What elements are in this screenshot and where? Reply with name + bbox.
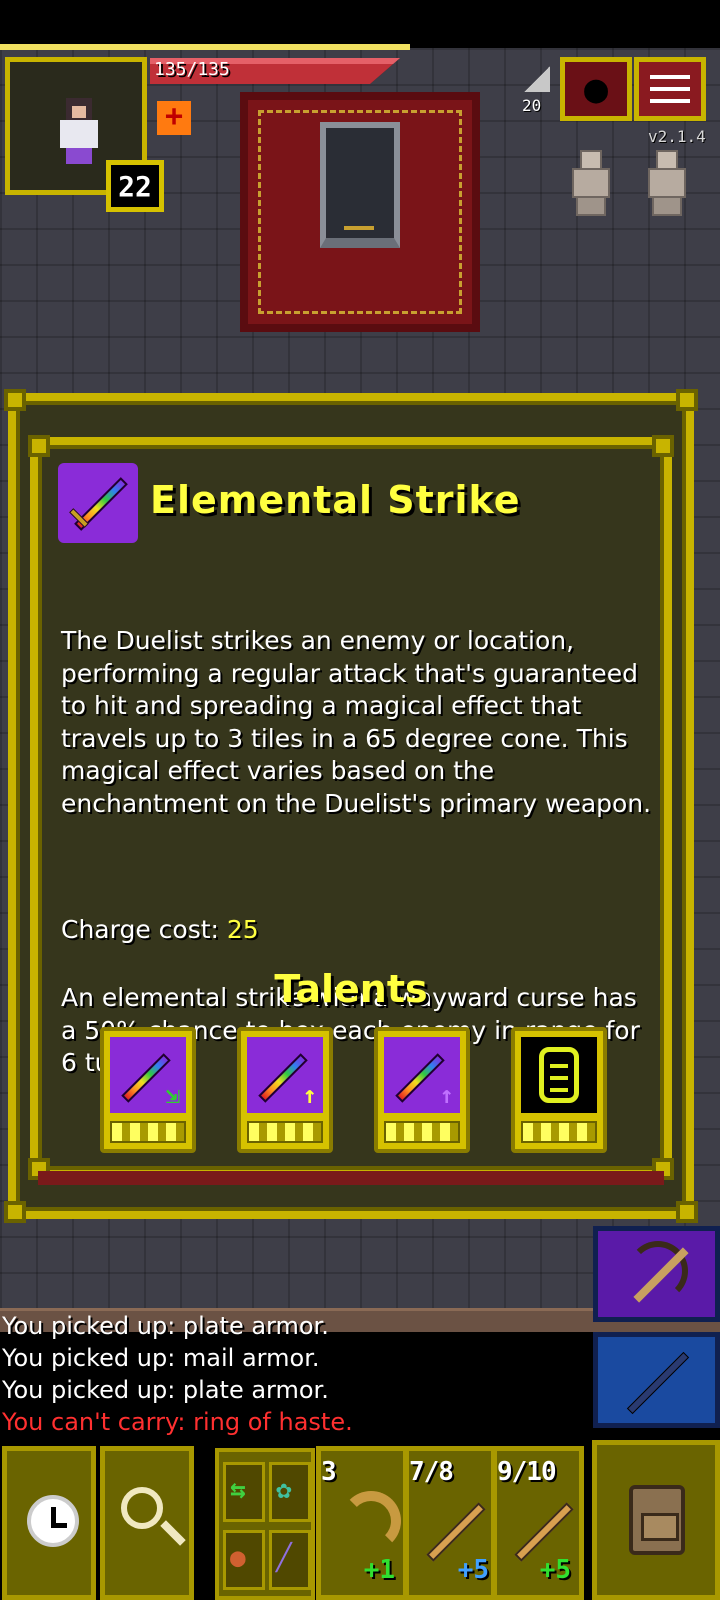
quickslot-javelin[interactable]: 7/8 +5 (404, 1446, 496, 1600)
window-title: Elemental Strike (150, 478, 521, 522)
clock-icon (27, 1495, 79, 1547)
menu-button[interactable] (634, 57, 706, 121)
quickslot-item[interactable]: ● (223, 1530, 265, 1590)
elemental-strike-range-icon: ⇲ (110, 1037, 186, 1113)
duelist-sprite (56, 98, 102, 164)
exit-door[interactable] (320, 122, 400, 248)
talents-heading: Talents (274, 967, 428, 1011)
elemental-strike-power-up-icon: ↑ (247, 1037, 323, 1113)
magnifier-icon (121, 1487, 163, 1529)
talent-points (110, 1121, 186, 1143)
quickslot-boomerang[interactable]: 3 +1 (316, 1446, 408, 1600)
health-text: 135/135 (154, 59, 230, 80)
meat-icon: ● (230, 1543, 246, 1573)
quick-bag-grid: ⇆ ✿ ● ╱ (215, 1448, 315, 1600)
version-label: v2.1.4 (648, 127, 706, 146)
quickslot-crossbow[interactable] (593, 1226, 720, 1322)
swap-icon: ⇆ (230, 1475, 246, 1505)
statue[interactable] (642, 150, 692, 216)
backpack-icon (629, 1485, 685, 1555)
journal-button[interactable]: ● (560, 57, 632, 121)
wand-icon: ╱ (276, 1543, 292, 1573)
wait-button[interactable] (2, 1446, 96, 1600)
javelin-icon (426, 1502, 486, 1562)
boomerang-icon (341, 1491, 401, 1551)
talent-slot[interactable]: ↑ (374, 1027, 470, 1153)
talent-slot[interactable] (511, 1027, 607, 1153)
backpack-button[interactable] (592, 1440, 720, 1600)
charge-cost: Charge cost: 25 (61, 915, 259, 944)
talent-points (384, 1121, 460, 1143)
hero-level-badge: 22 (106, 160, 164, 212)
sword-icon (626, 1351, 690, 1415)
menu-icon (650, 73, 690, 105)
dart-icon (514, 1502, 574, 1562)
log-line: You picked up: plate armor. (2, 1312, 329, 1340)
charge-cost-value: 25 (226, 915, 259, 944)
armor-vest-icon (521, 1037, 597, 1113)
search-button[interactable] (100, 1446, 194, 1600)
message-log: You picked up: plate armor. You picked u… (2, 1310, 353, 1438)
elemental-strike-arcane-up-icon: ↑ (384, 1037, 460, 1113)
talent-slot[interactable]: ↑ (237, 1027, 333, 1153)
quickslot-item[interactable]: ⇆ (223, 1462, 265, 1522)
quickslot-weapon[interactable] (593, 1332, 720, 1428)
depth-indicator: 20 (522, 66, 554, 116)
talent-slot[interactable]: ⇲ (100, 1027, 196, 1153)
talent-points (247, 1121, 323, 1143)
exp-bar (0, 44, 410, 50)
stairs-icon (524, 66, 550, 92)
herb-icon: ✿ (276, 1475, 292, 1505)
talent-points (521, 1121, 597, 1143)
key-icon: ● (583, 66, 609, 112)
statue[interactable] (566, 150, 616, 216)
quickslot-dart[interactable]: 9/10 +5 (492, 1446, 584, 1600)
log-line: You picked up: mail armor. (2, 1344, 320, 1372)
quickslot-item[interactable]: ✿ (269, 1462, 311, 1522)
healing-buff-icon[interactable]: + (157, 101, 191, 135)
quickslot-item[interactable]: ╱ (269, 1530, 311, 1590)
elemental-strike-icon (58, 463, 138, 543)
log-line: You picked up: plate armor. (2, 1376, 329, 1404)
log-line-warning: You can't carry: ring of haste. (2, 1408, 353, 1436)
